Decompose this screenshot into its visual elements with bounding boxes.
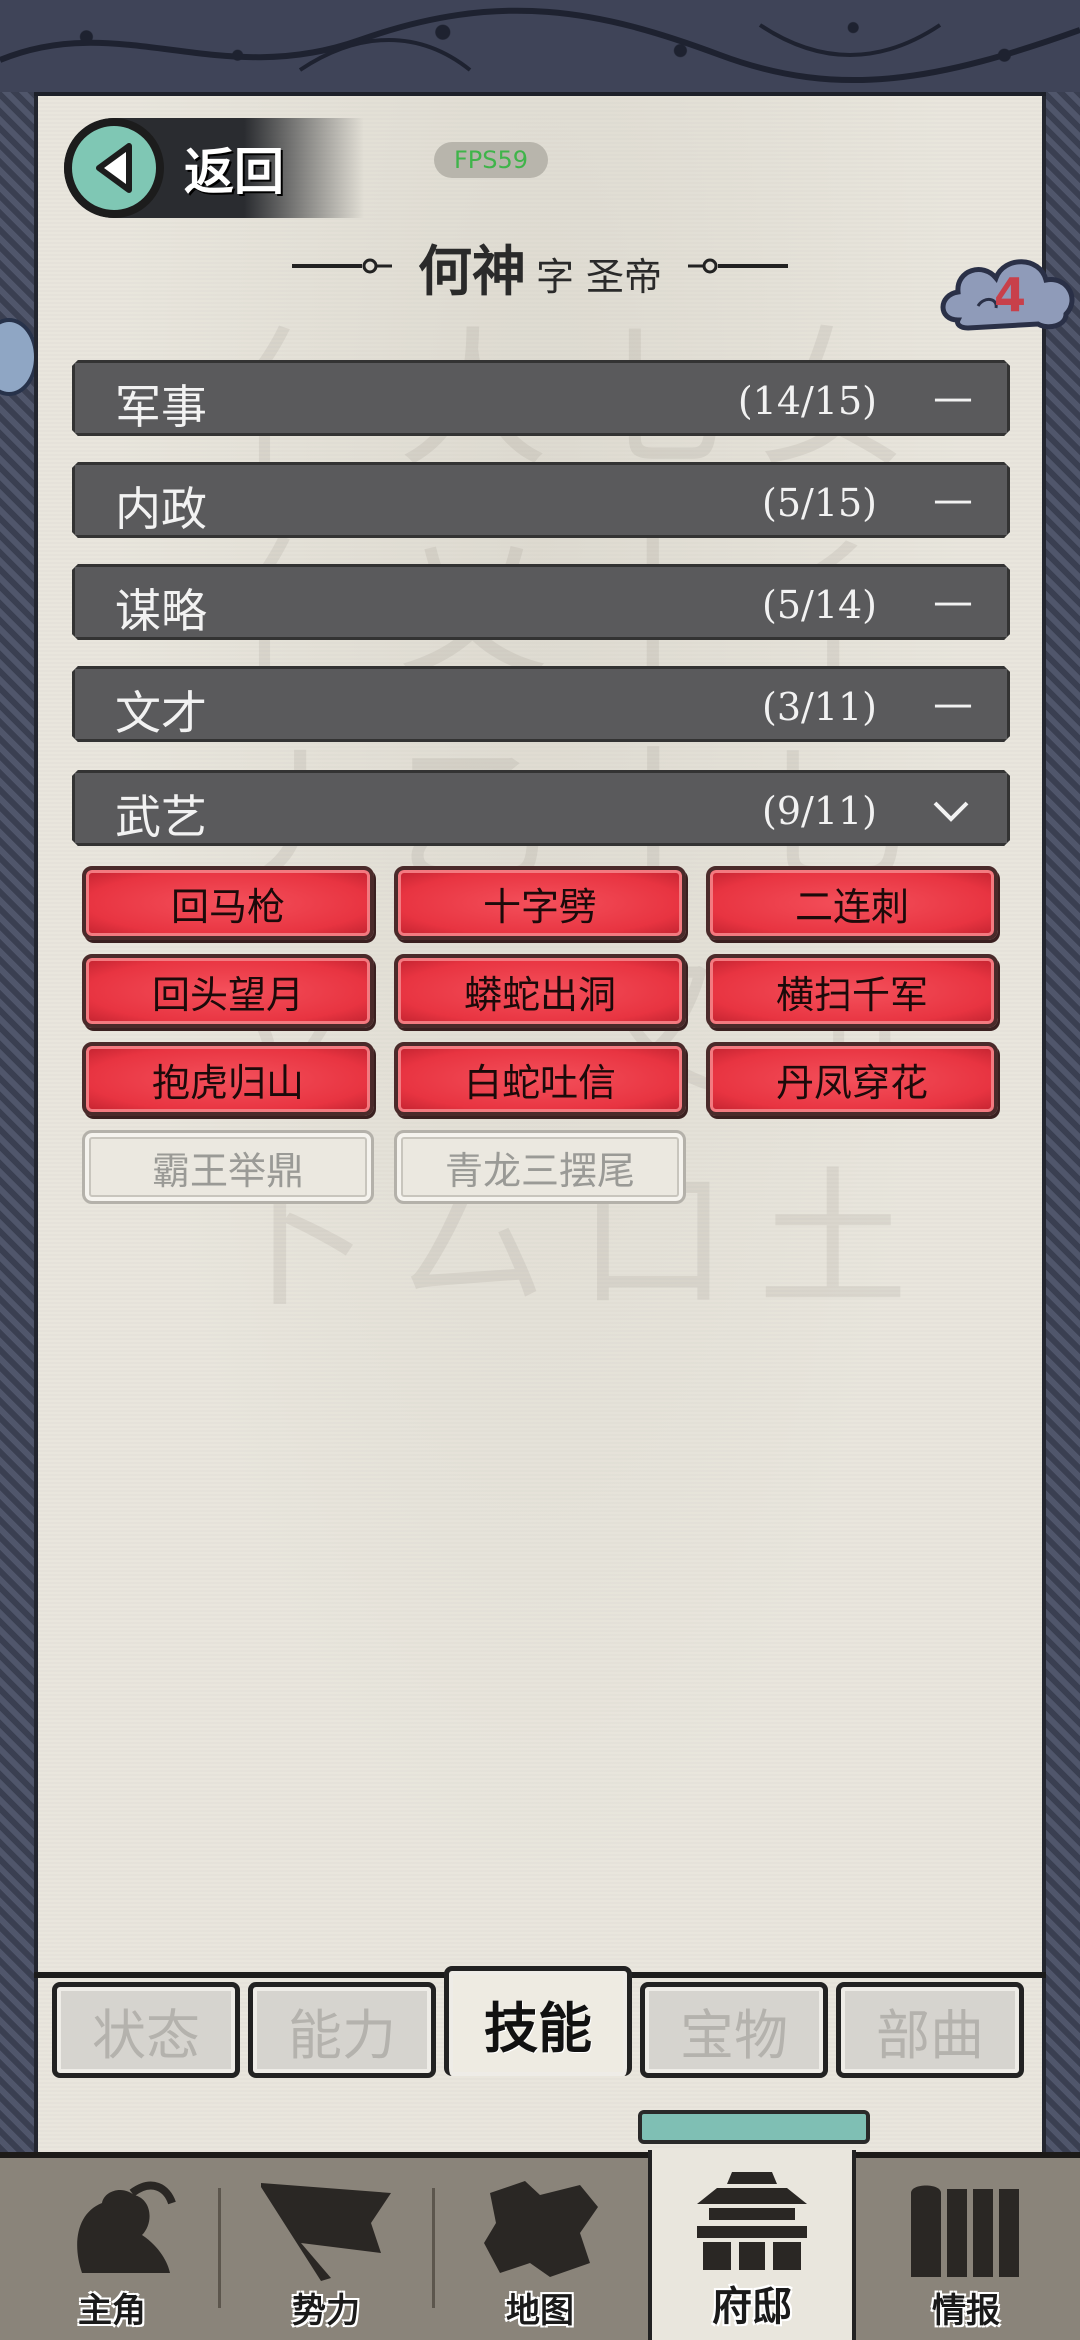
hero-title-row: 何神字 圣帝 (0, 226, 1080, 306)
nav-faction[interactable]: 势力 (226, 2158, 426, 2340)
nav-protagonist[interactable]: 主角 (12, 2158, 212, 2340)
nav-intel[interactable]: 情报 (866, 2158, 1066, 2340)
category-count: (9/11) (762, 789, 877, 833)
active-nav-scroll-decoration (638, 2110, 870, 2144)
category-literary[interactable]: 文才 (3/11) — (72, 666, 1010, 742)
hero-courtesy-name: 字 圣帝 (535, 254, 663, 299)
left-frame (0, 92, 34, 2152)
vine-ornament (0, 7, 1080, 84)
tab-skills[interactable]: 技能 (444, 1966, 632, 2076)
flag-icon (261, 2183, 391, 2281)
category-administration[interactable]: 内政 (5/15) — (72, 462, 1010, 538)
category-name: 内政 (115, 482, 207, 536)
top-ornament-band (0, 0, 1080, 96)
category-name: 文才 (115, 686, 207, 740)
category-name: 军事 (115, 380, 207, 434)
cloud-badge[interactable]: 4 (938, 250, 1080, 340)
tab-ability[interactable]: 能力 (248, 1982, 436, 2078)
category-military[interactable]: 军事 (14/15) — (72, 360, 1010, 436)
category-strategy[interactable]: 谋略 (5/14) — (72, 564, 1010, 640)
back-arrow-icon (64, 118, 164, 218)
warrior-icon (77, 2181, 176, 2273)
skill-button[interactable]: 十字劈 (394, 866, 686, 940)
hero-name: 何神 (417, 238, 526, 303)
detail-tabs: 状态 能力 技能 宝物 部曲 (34, 1966, 1046, 2092)
nav-map[interactable]: 地图 (440, 2158, 640, 2340)
bottom-nav: 主角 势力 地图 府邸 情报 (0, 2150, 1080, 2340)
chevron-down-icon (931, 799, 971, 823)
skill-button[interactable]: 回马枪 (82, 866, 374, 940)
skill-button[interactable]: 二连刺 (706, 866, 998, 940)
skill-button-locked[interactable]: 青龙三摆尾 (394, 1130, 686, 1204)
category-count: (5/14) (762, 583, 877, 627)
mansion-icon (697, 2172, 807, 2270)
nav-label: 势力 (292, 2291, 360, 2331)
nav-label: 主角 (78, 2291, 146, 2331)
nav-divider (432, 2188, 435, 2308)
fps-counter: FPS59 (434, 142, 548, 178)
map-icon (484, 2181, 598, 2277)
right-frame (1046, 92, 1080, 2152)
skill-button-locked[interactable]: 霸王举鼎 (82, 1130, 374, 1204)
back-button[interactable]: 返回 (64, 118, 364, 218)
tab-troops[interactable]: 部曲 (836, 1982, 1024, 2078)
nav-label: 府邸 (712, 2284, 792, 2330)
category-name: 谋略 (115, 584, 207, 638)
back-label: 返回 (184, 143, 284, 201)
collapse-icon: — (933, 681, 973, 727)
tab-status[interactable]: 状态 (52, 1982, 240, 2078)
category-count: (3/11) (762, 685, 877, 729)
skill-button[interactable]: 抱虎归山 (82, 1042, 374, 1116)
skill-button[interactable]: 白蛇吐信 (394, 1042, 686, 1116)
skill-button[interactable]: 丹凤穿花 (706, 1042, 998, 1116)
category-name: 武艺 (115, 790, 207, 844)
collapse-icon: — (933, 375, 973, 421)
title-right-ornament (688, 258, 789, 274)
category-count: (14/15) (737, 379, 877, 423)
scroll-icon (911, 2185, 1019, 2277)
nav-label: 情报 (932, 2291, 1000, 2331)
collapse-icon: — (933, 477, 973, 523)
badge-count: 4 (994, 268, 1027, 322)
skill-button[interactable]: 回头望月 (82, 954, 374, 1028)
nav-divider (218, 2188, 221, 2308)
skill-button[interactable]: 横扫千军 (706, 954, 998, 1028)
category-martial[interactable]: 武艺 (9/11) (72, 770, 1010, 846)
nav-label: 地图 (506, 2291, 574, 2331)
nav-mansion[interactable]: 府邸 (648, 2150, 856, 2340)
skill-button[interactable]: 蟒蛇出洞 (394, 954, 686, 1028)
category-count: (5/15) (762, 481, 877, 525)
title-left-ornament (291, 258, 392, 274)
tab-treasure[interactable]: 宝物 (640, 1982, 828, 2078)
collapse-icon: — (933, 579, 973, 625)
